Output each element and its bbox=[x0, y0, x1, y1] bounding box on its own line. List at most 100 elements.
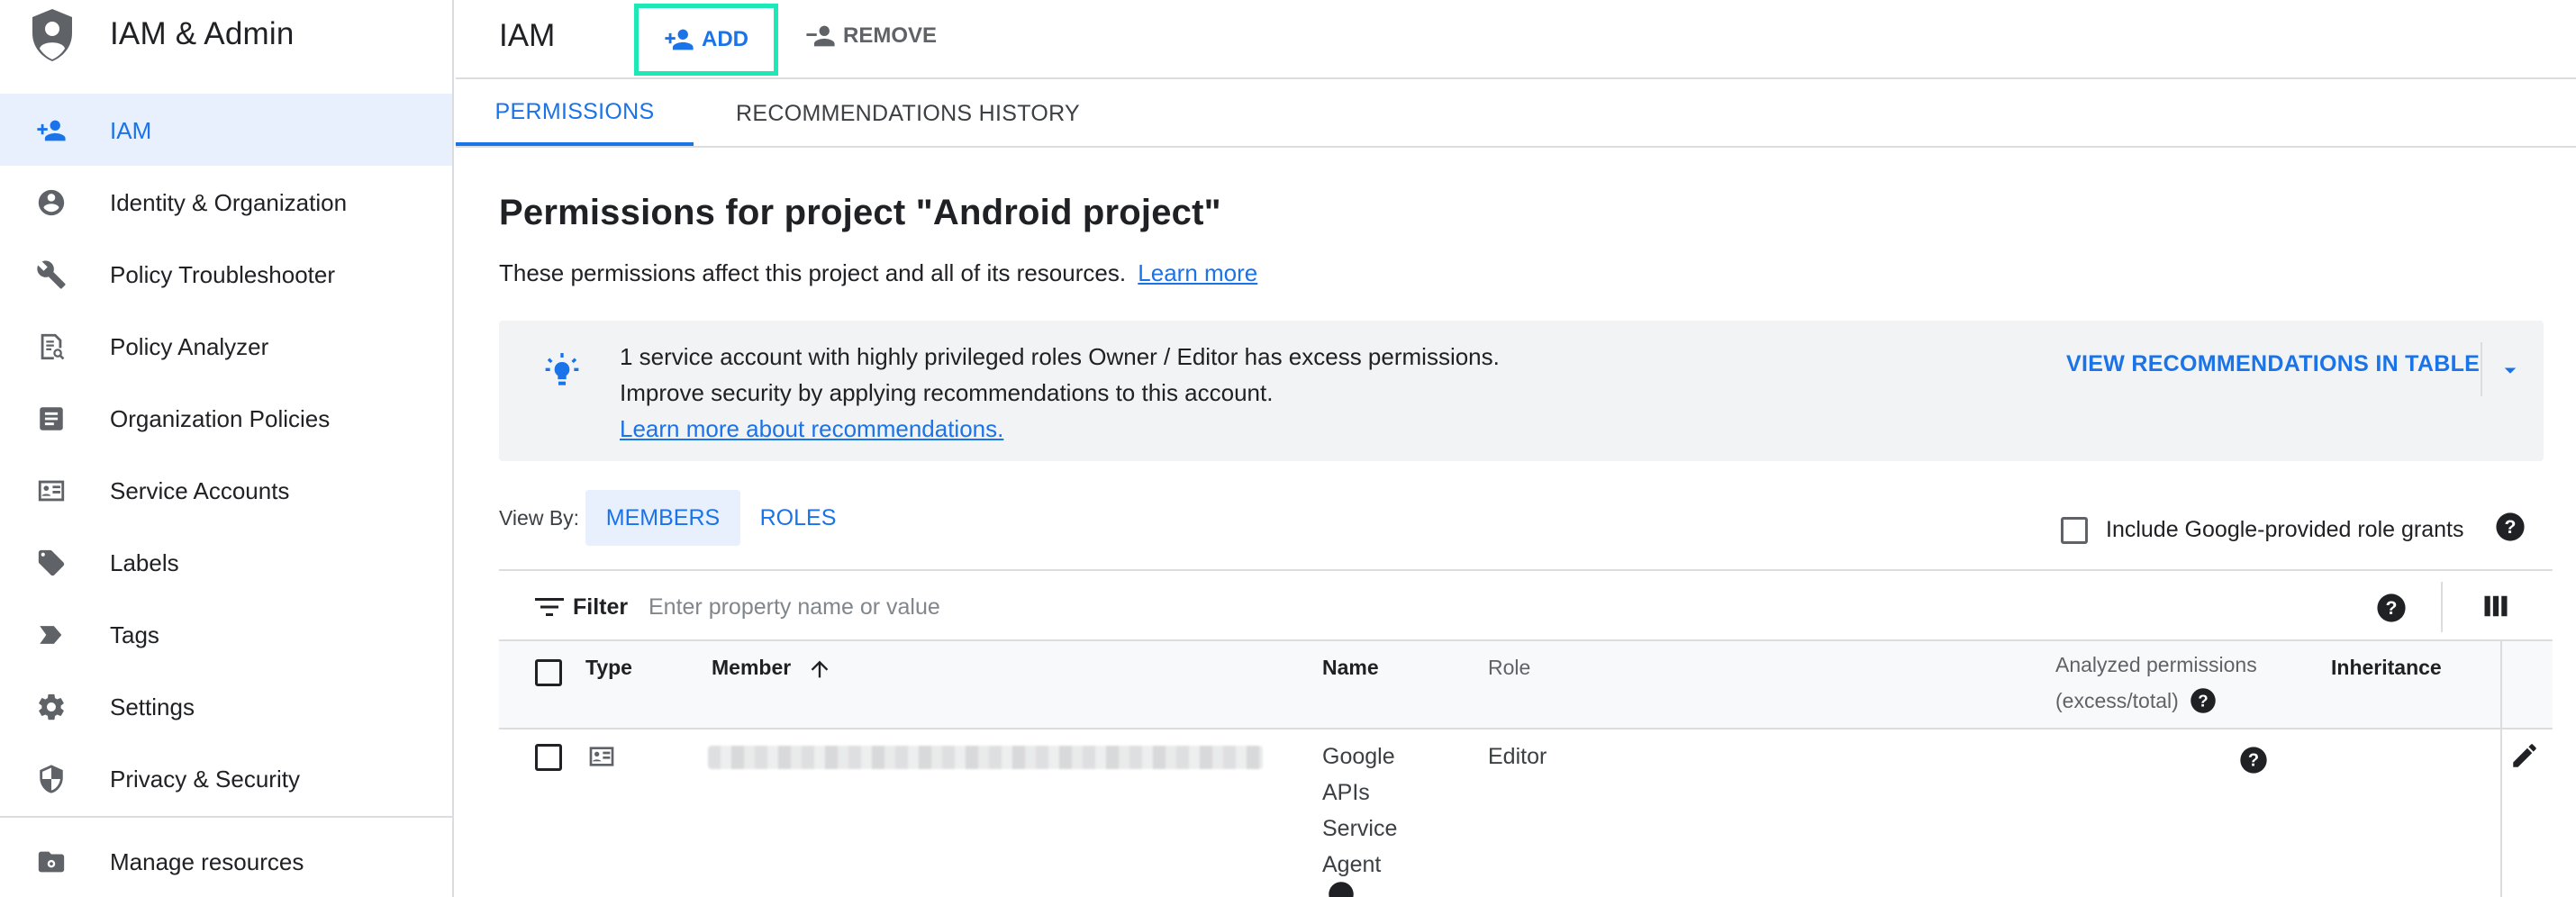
sidebar-item-iam[interactable]: IAM bbox=[0, 94, 452, 166]
sidebar-item-label: Service Accounts bbox=[110, 477, 290, 504]
sidebar-item-tags[interactable]: Tags bbox=[0, 598, 452, 670]
recommendation-text: 1 service account with highly privileged… bbox=[620, 339, 1500, 447]
person-remove-icon bbox=[806, 25, 835, 47]
sidebar-item-label: Organization Policies bbox=[110, 405, 331, 432]
account-circle-icon bbox=[38, 189, 65, 216]
filter-label: Filter bbox=[573, 594, 629, 620]
page-header: IAM ADD REMOVE bbox=[456, 0, 2576, 79]
sort-ascending-icon[interactable] bbox=[807, 656, 832, 683]
add-button-label: ADD bbox=[702, 27, 748, 51]
help-icon[interactable]: ? bbox=[2376, 593, 2407, 623]
column-header-analyzed-permissions[interactable]: Analyzed permissions (excess/total) ? bbox=[2055, 647, 2257, 719]
sidebar-item-manage-resources[interactable]: Manage resources bbox=[0, 825, 452, 897]
svg-text:?: ? bbox=[2248, 751, 2259, 771]
label-icon bbox=[38, 549, 65, 576]
column-header-type[interactable]: Type bbox=[585, 656, 632, 680]
sidebar-item-labels[interactable]: Labels bbox=[0, 526, 452, 598]
analyzed-permissions-sublabel: (excess/total) ? bbox=[2055, 683, 2257, 719]
sidebar-divider bbox=[0, 816, 452, 818]
analyzed-permissions-label: Analyzed permissions bbox=[2055, 653, 2257, 676]
learn-more-link[interactable]: Learn more bbox=[1138, 259, 1257, 286]
wrench-icon bbox=[37, 260, 66, 289]
filter-input[interactable] bbox=[649, 585, 2090, 629]
description-text: These permissions affect this project an… bbox=[499, 259, 1127, 286]
help-icon[interactable]: ? bbox=[2190, 687, 2217, 714]
view-by-members-toggle[interactable]: MEMBERS bbox=[585, 490, 740, 546]
excess-total-label: (excess/total) bbox=[2055, 689, 2179, 712]
filter-icon bbox=[535, 598, 564, 616]
svg-text:?: ? bbox=[2386, 597, 2398, 619]
recommendation-line-2: Improve security by applying recommendat… bbox=[620, 379, 1274, 406]
person-add-icon bbox=[37, 120, 66, 141]
sidebar-item-policy-analyzer[interactable]: Policy Analyzer bbox=[0, 310, 452, 382]
sidebar-item-policy-troubleshooter[interactable]: Policy Troubleshooter bbox=[0, 238, 452, 310]
svg-text:?: ? bbox=[2505, 516, 2517, 538]
sidebar-item-label: Policy Troubleshooter bbox=[110, 261, 336, 288]
sidebar-item-settings[interactable]: Settings bbox=[0, 670, 452, 742]
help-icon[interactable]: ? bbox=[2495, 512, 2526, 542]
tab-permissions[interactable]: PERMISSIONS bbox=[456, 81, 694, 146]
tag-icon bbox=[40, 626, 62, 644]
filter-bar: Filter ? bbox=[499, 569, 2553, 641]
service-account-icon bbox=[38, 480, 65, 502]
name-line: Service bbox=[1322, 816, 1398, 841]
member-name-cell: Google APIs Service Agent bbox=[1322, 738, 1397, 883]
column-header-inheritance[interactable]: Inheritance bbox=[2331, 656, 2442, 680]
product-title: IAM & Admin bbox=[110, 16, 295, 51]
view-by-label: View By: bbox=[499, 506, 580, 530]
chevron-down-icon[interactable] bbox=[2497, 357, 2524, 384]
column-header-name[interactable]: Name bbox=[1322, 656, 1379, 680]
add-button[interactable]: ADD bbox=[634, 4, 778, 76]
tab-recommendations-history[interactable]: RECOMMENDATIONS HISTORY bbox=[694, 81, 1122, 146]
view-by-roles-toggle[interactable]: ROLES bbox=[742, 490, 854, 546]
column-header-role[interactable]: Role bbox=[1488, 656, 1530, 680]
list-document-icon bbox=[40, 407, 63, 430]
remove-button-label: REMOVE bbox=[843, 23, 938, 48]
document-search-icon bbox=[41, 333, 65, 360]
column-header-member[interactable]: Member bbox=[712, 656, 791, 680]
sidebar-item-label: Policy Analyzer bbox=[110, 333, 269, 360]
sidebar-item-label: Manage resources bbox=[110, 848, 304, 875]
service-account-icon bbox=[589, 747, 614, 766]
column-display-options-icon[interactable] bbox=[2482, 593, 2509, 620]
sidebar-item-privacy-security[interactable]: Privacy & Security bbox=[0, 742, 452, 814]
view-recommendations-button[interactable]: VIEW RECOMMENDATIONS IN TABLE bbox=[2066, 351, 2480, 377]
sidebar-item-label: Tags bbox=[110, 621, 159, 648]
svg-text:?: ? bbox=[2198, 691, 2208, 710]
include-google-grants-checkbox[interactable] bbox=[2061, 517, 2088, 544]
sidebar-item-label: Labels bbox=[110, 549, 179, 576]
gear-icon bbox=[39, 693, 64, 720]
remove-button[interactable]: REMOVE bbox=[805, 4, 937, 68]
sidebar-header: IAM & Admin bbox=[0, 0, 452, 72]
page-title: IAM bbox=[499, 18, 556, 53]
name-line: APIs bbox=[1322, 780, 1370, 805]
help-icon[interactable]: ? bbox=[2239, 746, 2268, 775]
shield-icon bbox=[40, 765, 63, 793]
table-row: Google APIs Service Agent Editor ? bbox=[499, 729, 2553, 897]
table-header-row: Type Member Name Role Analyzed permissio… bbox=[499, 641, 2553, 729]
redacted-member-email bbox=[708, 746, 1263, 769]
iam-shield-logo-icon bbox=[32, 9, 72, 61]
edit-pencil-icon[interactable] bbox=[2509, 740, 2540, 771]
sidebar-item-label: Privacy & Security bbox=[110, 766, 300, 793]
name-line: Agent bbox=[1322, 852, 1382, 877]
button-divider bbox=[2481, 342, 2482, 396]
section-title: Permissions for project "Android project… bbox=[499, 193, 1221, 232]
tab-bar: PERMISSIONS RECOMMENDATIONS HISTORY bbox=[456, 81, 2576, 148]
recommendation-line-1: 1 service account with highly privileged… bbox=[620, 343, 1500, 370]
lightbulb-icon bbox=[545, 353, 579, 385]
select-all-checkbox[interactable] bbox=[535, 659, 562, 686]
sidebar-item-identity-organization[interactable]: Identity & Organization bbox=[0, 166, 452, 238]
toolbar-divider bbox=[2441, 582, 2443, 632]
learn-more-recommendations-link[interactable]: Learn more about recommendations. bbox=[620, 415, 1003, 442]
help-icon[interactable] bbox=[1328, 881, 1355, 897]
folder-settings-icon bbox=[38, 851, 65, 873]
sidebar-item-label: IAM bbox=[110, 117, 152, 144]
sidebar-item-label: Identity & Organization bbox=[110, 189, 348, 216]
sidebar: IAM & Admin IAM Identity & Organization … bbox=[0, 0, 454, 897]
name-line: Google bbox=[1322, 744, 1395, 769]
sidebar-item-organization-policies[interactable]: Organization Policies bbox=[0, 382, 452, 454]
sidebar-item-service-accounts[interactable]: Service Accounts bbox=[0, 454, 452, 526]
person-add-icon bbox=[665, 29, 694, 50]
row-checkbox[interactable] bbox=[535, 744, 562, 771]
